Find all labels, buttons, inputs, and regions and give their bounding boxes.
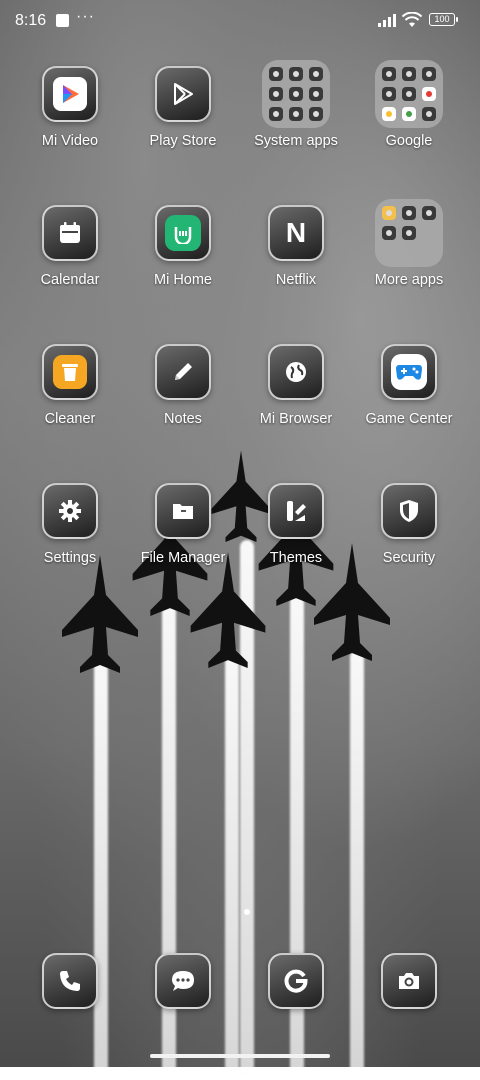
app-label: Calendar — [40, 272, 100, 288]
app-label: Mi Home — [153, 272, 212, 288]
app-label: Netflix — [275, 272, 317, 288]
app-label: File Manager — [140, 550, 226, 566]
folder-google[interactable]: Google — [354, 60, 464, 149]
app-label: Mi Browser — [259, 411, 333, 427]
smoke-trail — [350, 650, 364, 1080]
app-label: Settings — [43, 550, 97, 566]
status-time: 8:16 — [15, 12, 47, 29]
signal-icon — [378, 14, 396, 27]
page-indicator — [244, 909, 250, 915]
app-netflix[interactable]: N Netflix — [241, 205, 351, 288]
app-game-center[interactable]: Game Center — [354, 344, 464, 427]
smoke-trail — [225, 650, 239, 1080]
play-store-icon — [155, 66, 211, 122]
dock-camera-button[interactable] — [381, 953, 437, 1009]
app-calendar[interactable]: Calendar — [15, 205, 125, 288]
app-label: System apps — [254, 133, 338, 149]
folder-icon — [375, 199, 443, 267]
gamepad-icon — [381, 344, 437, 400]
app-settings[interactable]: Settings — [15, 483, 125, 566]
phone-icon — [60, 971, 80, 991]
app-themes[interactable]: Themes — [241, 483, 351, 566]
status-bar: 8:16 ··· 100 — [0, 0, 480, 40]
gear-icon — [42, 483, 98, 539]
mi-video-icon — [42, 66, 98, 122]
app-label: Themes — [269, 550, 323, 566]
folder-icon — [262, 60, 330, 128]
message-icon — [172, 971, 194, 991]
battery-icon: 100 — [429, 13, 458, 26]
app-label: Security — [382, 550, 436, 566]
netflix-logo: N — [285, 217, 307, 248]
globe-icon — [268, 344, 324, 400]
app-mi-browser[interactable]: Mi Browser — [241, 344, 351, 427]
mi-home-icon — [155, 205, 211, 261]
dock-messages-button[interactable] — [155, 953, 211, 1009]
app-label: More apps — [374, 272, 444, 288]
app-label: Play Store — [149, 133, 217, 149]
shield-icon — [381, 483, 437, 539]
dock-phone-button[interactable] — [42, 953, 98, 1009]
folder-system-apps[interactable]: System apps — [241, 60, 351, 149]
more-notifications-icon: ··· — [76, 8, 95, 25]
netflix-icon: N — [268, 205, 324, 261]
smoke-trail — [94, 660, 108, 1080]
folder-icon — [155, 483, 211, 539]
app-label: Mi Video — [41, 133, 99, 149]
app-label: Cleaner — [44, 411, 96, 427]
app-security[interactable]: Security — [354, 483, 464, 566]
app-mi-home[interactable]: Mi Home — [128, 205, 238, 288]
app-notes[interactable]: Notes — [128, 344, 238, 427]
app-cleaner[interactable]: Cleaner — [15, 344, 125, 427]
app-label: Notes — [164, 411, 202, 427]
brush-icon — [268, 483, 324, 539]
app-label: Google — [385, 133, 433, 149]
camera-icon — [399, 973, 419, 989]
app-play-store[interactable]: Play Store — [128, 66, 238, 149]
jet-icon — [62, 555, 138, 673]
pencil-icon — [155, 344, 211, 400]
notification-icon — [56, 14, 69, 27]
calendar-icon — [42, 205, 98, 261]
app-file-manager[interactable]: File Manager — [128, 483, 238, 566]
app-label: Game Center — [365, 411, 453, 427]
folder-more-apps[interactable]: More apps — [354, 199, 464, 288]
folder-icon — [375, 60, 443, 128]
dock-google-button[interactable] — [268, 953, 324, 1009]
wifi-icon — [402, 12, 422, 27]
app-mi-video[interactable]: Mi Video — [15, 66, 125, 149]
trash-icon — [42, 344, 98, 400]
home-gesture-bar[interactable] — [150, 1054, 330, 1058]
google-icon — [284, 969, 308, 993]
